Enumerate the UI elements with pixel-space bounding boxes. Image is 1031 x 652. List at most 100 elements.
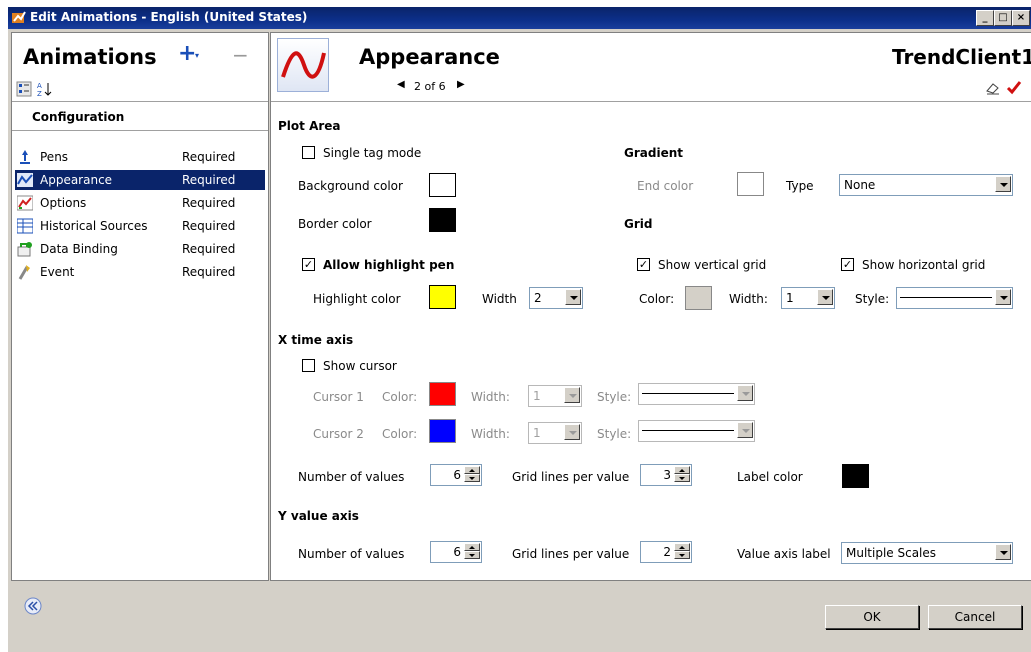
chevron-down-icon (737, 385, 753, 401)
nav-item-data-binding[interactable]: Data Binding Required (15, 239, 265, 259)
cursor1-style-select[interactable] (638, 383, 755, 405)
chevron-down-icon (564, 424, 580, 440)
grid-style-select[interactable] (896, 287, 1013, 309)
grid-color-swatch[interactable] (685, 286, 712, 310)
gradient-section: Gradient (624, 146, 683, 160)
spin-up-icon[interactable] (674, 543, 690, 551)
object-name: TrendClient1 (892, 45, 1031, 69)
spin-down-icon[interactable] (464, 551, 480, 559)
collapse-panel-icon[interactable] (24, 597, 42, 615)
y-number-of-values-spinner[interactable]: 6 (430, 541, 482, 563)
y-value-axis-section: Y value axis (278, 509, 359, 523)
spin-down-icon[interactable] (464, 474, 480, 482)
grid-width-label: Width: (729, 292, 768, 306)
allow-highlight-pen-checkbox[interactable]: ✓ (302, 258, 315, 271)
app-icon (11, 10, 27, 26)
cursor1-style-label: Style: (597, 390, 632, 404)
pen-icon (17, 149, 33, 165)
spin-up-icon[interactable] (464, 466, 480, 474)
chevron-down-icon (737, 422, 753, 438)
nav-item-pens[interactable]: Pens Required (15, 147, 265, 167)
chevron-down-icon (995, 544, 1011, 560)
add-dropdown-icon[interactable]: ▾ (195, 51, 199, 60)
cursor1-color-label: Color: (382, 390, 418, 404)
sort-alphabetical-icon[interactable]: AZ (36, 81, 52, 98)
x-grid-lines-label: Grid lines per value (512, 470, 630, 484)
nav-item-appearance[interactable]: Appearance Required (15, 170, 265, 190)
show-cursor-label: Show cursor (323, 359, 397, 373)
minimize-button[interactable]: _ (976, 10, 994, 26)
spin-down-icon[interactable] (674, 551, 690, 559)
allow-highlight-pen-label: Allow highlight pen (323, 258, 455, 272)
svg-text:A: A (37, 82, 42, 90)
chevron-down-icon (995, 176, 1011, 192)
highlight-color-swatch[interactable] (429, 285, 456, 309)
previous-page-icon[interactable]: ◀ (397, 79, 405, 90)
border-color-swatch[interactable] (429, 208, 456, 232)
spin-up-icon[interactable] (464, 543, 480, 551)
show-horizontal-grid-label: Show horizontal grid (862, 258, 986, 272)
highlight-width-select[interactable]: 2 (529, 287, 583, 309)
cursor2-style-select[interactable] (638, 420, 755, 442)
checkmark-icon[interactable] (1006, 79, 1022, 98)
value-axis-label-select[interactable]: Multiple Scales (841, 542, 1013, 564)
line-style-preview (642, 393, 734, 394)
cursor2-color-swatch[interactable] (429, 419, 456, 443)
cursor2-label: Cursor 2 (313, 427, 364, 441)
options-icon (16, 195, 34, 211)
data-binding-icon (17, 241, 33, 257)
ok-button[interactable]: OK (825, 605, 919, 629)
spin-down-icon[interactable] (674, 474, 690, 482)
page-indicator: 2 of 6 (414, 80, 446, 93)
close-button[interactable]: × (1012, 10, 1030, 26)
cursor2-color-label: Color: (382, 427, 418, 441)
x-number-of-values-spinner[interactable]: 6 (430, 464, 482, 486)
cursor1-label: Cursor 1 (313, 390, 364, 404)
x-grid-lines-spinner[interactable]: 3 (640, 464, 692, 486)
show-cursor-checkbox[interactable] (302, 359, 315, 372)
chevron-down-icon (565, 289, 581, 305)
grid-section: Grid (624, 217, 653, 231)
nav-item-event[interactable]: Event Required (15, 262, 265, 282)
nav-item-historical-sources[interactable]: Historical Sources Required (15, 216, 265, 236)
y-grid-lines-spinner[interactable]: 2 (640, 541, 692, 563)
grid-width-select[interactable]: 1 (781, 287, 835, 309)
cancel-button[interactable]: Cancel (928, 605, 1022, 629)
maximize-button[interactable]: □ (994, 10, 1012, 26)
show-horizontal-grid-checkbox[interactable]: ✓ (841, 258, 854, 271)
nav-item-options[interactable]: Options Required (15, 193, 265, 213)
x-number-of-values-label: Number of values (298, 470, 405, 484)
chevron-down-icon (564, 387, 580, 403)
add-animation-button[interactable]: + (178, 41, 196, 66)
cursor1-color-swatch[interactable] (429, 382, 456, 406)
animations-title: Animations (23, 45, 157, 69)
highlight-color-label: Highlight color (313, 292, 401, 306)
window-title-bar[interactable]: Edit Animations - English (United States… (8, 7, 1031, 29)
eraser-icon[interactable] (985, 81, 1001, 98)
y-grid-lines-label: Grid lines per value (512, 547, 630, 561)
chevron-down-icon (995, 289, 1011, 305)
event-icon (17, 264, 33, 280)
line-style-preview (642, 430, 734, 431)
remove-animation-button[interactable]: − (232, 43, 249, 67)
animations-panel: Animations + ▾ − AZ Configuration Pens R… (11, 32, 269, 581)
highlight-width-label: Width (482, 292, 517, 306)
spin-up-icon[interactable] (674, 466, 690, 474)
show-vertical-grid-checkbox[interactable]: ✓ (637, 258, 650, 271)
plot-area-section: Plot Area (278, 119, 341, 133)
cursor2-width-select[interactable]: 1 (528, 422, 582, 444)
categorized-view-icon[interactable] (16, 81, 32, 97)
appearance-panel: Appearance ◀ 2 of 6 ▶ TrendClient1 Plot … (270, 32, 1031, 581)
cursor2-style-label: Style: (597, 427, 632, 441)
next-page-icon[interactable]: ▶ (457, 79, 465, 90)
single-tag-mode-checkbox[interactable] (302, 146, 315, 159)
label-color-swatch[interactable] (842, 464, 869, 488)
cursor1-width-select[interactable]: 1 (528, 385, 582, 407)
y-number-of-values-label: Number of values (298, 547, 405, 561)
gradient-type-select[interactable]: None (839, 174, 1013, 196)
grid-color-label: Color: (639, 292, 675, 306)
background-color-swatch[interactable] (429, 173, 456, 197)
x-time-axis-section: X time axis (278, 333, 354, 347)
end-color-swatch[interactable] (737, 172, 764, 196)
configuration-header: Configuration (32, 110, 125, 124)
